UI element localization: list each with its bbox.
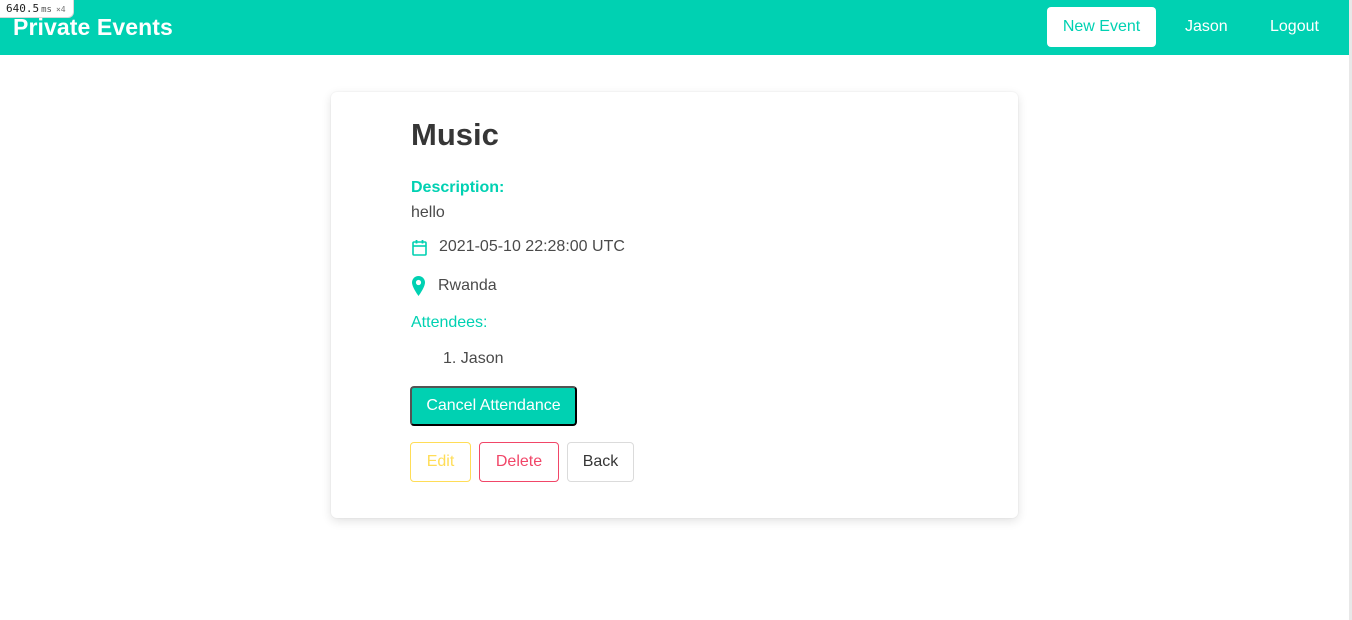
cancel-attendance-button[interactable]: Cancel Attendance bbox=[410, 386, 577, 426]
perf-unit: ms bbox=[41, 5, 52, 15]
new-event-button[interactable]: New Event bbox=[1047, 7, 1156, 47]
page: 640.5 ms ×4 Private Events New Event Jason… bbox=[0, 0, 1352, 620]
event-location-row: Rwanda bbox=[411, 276, 497, 296]
event-date-row: 2021-05-10 22:28:00 UTC bbox=[411, 238, 625, 256]
event-card: Music Description: hello 2021-05-10 22:2… bbox=[331, 92, 1018, 518]
logout-link[interactable]: Logout bbox=[1270, 7, 1319, 47]
back-button[interactable]: Back bbox=[567, 442, 634, 482]
edit-button[interactable]: Edit bbox=[410, 442, 471, 482]
calendar-icon bbox=[412, 239, 427, 256]
delete-button[interactable]: Delete bbox=[479, 442, 559, 482]
attendee-list: 1. Jason bbox=[443, 350, 503, 368]
brand-logo-link[interactable]: Private Events bbox=[13, 14, 173, 41]
performance-badge: 640.5 ms ×4 bbox=[0, 0, 74, 18]
perf-multiplier: ×4 bbox=[55, 5, 66, 14]
event-location: Rwanda bbox=[438, 277, 497, 294]
attendee-item: 1. Jason bbox=[443, 350, 504, 367]
event-date: 2021-05-10 22:28:00 UTC bbox=[439, 238, 625, 255]
map-marker-icon bbox=[412, 276, 425, 296]
attendees-label: Attendees: bbox=[411, 314, 488, 331]
perf-value: 640.5 bbox=[6, 2, 40, 15]
description-label: Description: bbox=[411, 179, 505, 196]
top-navbar: Private Events New Event Jason Logout bbox=[0, 0, 1349, 55]
user-profile-link[interactable]: Jason bbox=[1185, 7, 1228, 47]
description-text: hello bbox=[411, 204, 445, 221]
event-title: Music bbox=[411, 117, 499, 152]
